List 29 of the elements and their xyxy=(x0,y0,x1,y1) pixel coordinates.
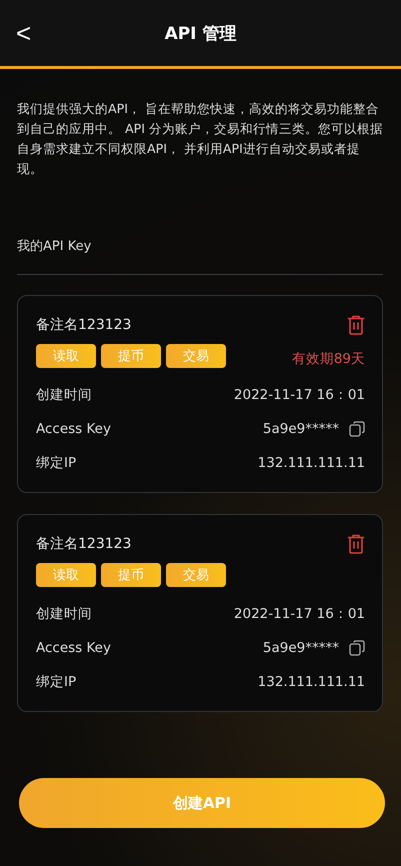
field-label: 绑定IP xyxy=(36,673,78,691)
field-label: 绑定IP xyxy=(36,454,78,472)
field-value: 132.111.111.11 xyxy=(258,674,365,690)
key-name: 备注名123123 xyxy=(36,316,132,334)
field-value: 132.111.111.11 xyxy=(258,455,365,471)
permission-tag: 读取 xyxy=(36,344,96,368)
field-label: 创建时间 xyxy=(36,605,93,623)
field-value: 2022-11-17 16：01 xyxy=(234,605,365,623)
expiry-text: 有效期89天 xyxy=(292,350,365,368)
field-value: 2022-11-17 16：01 xyxy=(234,386,365,404)
field-label: Access Key xyxy=(36,421,112,437)
section-title: 我的API Key xyxy=(17,238,92,255)
permission-tag: 提币 xyxy=(101,344,161,368)
permission-tag: 交易 xyxy=(166,344,226,368)
back-button[interactable]: < xyxy=(16,18,32,49)
permission-tag: 提币 xyxy=(101,563,161,587)
permission-tag: 读取 xyxy=(36,563,96,587)
copy-icon[interactable] xyxy=(349,640,365,656)
page-title: API 管理 xyxy=(164,22,236,44)
trash-icon[interactable] xyxy=(347,534,365,554)
intro-text: 我们提供强大的API， 旨在帮助您快速，高效的将交易功能整合到自己的应用中。 API 分为账户，交易和行情三类。您可以根据自身需求建立不同权限API， 并利用API进行自动交易或者提现。 xyxy=(17,100,383,178)
field-label: Access Key xyxy=(36,640,112,656)
field-value: 5a9e9***** xyxy=(262,421,339,437)
field-value: 5a9e9***** xyxy=(262,640,339,656)
key-name: 备注名123123 xyxy=(36,535,132,553)
permission-tag: 交易 xyxy=(166,563,226,587)
field-label: 创建时间 xyxy=(36,386,93,404)
trash-icon[interactable] xyxy=(347,315,365,335)
copy-icon[interactable] xyxy=(349,421,365,437)
